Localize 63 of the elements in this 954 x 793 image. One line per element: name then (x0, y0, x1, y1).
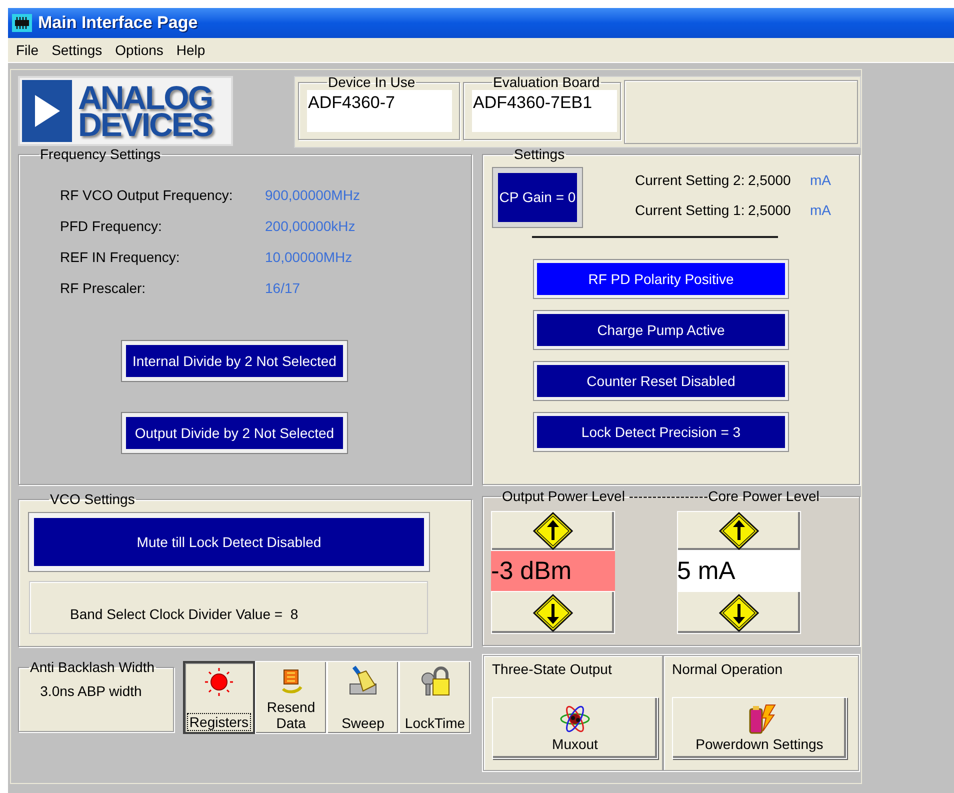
group-title: Evaluation Board (492, 74, 601, 90)
down-button[interactable] (677, 591, 801, 634)
current-unit: mA (810, 171, 831, 190)
toolbar-button[interactable]: Resend Data (255, 661, 327, 734)
up-arrow-sign-icon (533, 512, 573, 550)
level-value: 5 mA (677, 551, 801, 591)
triangle-logo-icon (22, 80, 72, 142)
info-field: ADF4360-7EB1 (472, 90, 618, 132)
toggle-button[interactable]: RF PD Polarity Positive (534, 260, 788, 298)
sun-icon (203, 666, 235, 698)
field-value: 200,00000kHz (265, 217, 356, 236)
group-title: Device In Use (327, 74, 416, 90)
group-title: Output Power Level -----------------Core Power Level (501, 488, 820, 504)
field-label: PFD Frequency: (60, 217, 163, 236)
anti-backlash-value: 3.0ns ABP width (39, 682, 143, 701)
toggle-button[interactable]: Output Divide by 2 Not Selected (122, 413, 347, 453)
info-field: ADF4360-7 (307, 90, 452, 132)
toolbar-button[interactable]: LockTime (399, 661, 471, 734)
toggle-button[interactable]: Internal Divide by 2 Not Selected (122, 341, 347, 381)
group-title: Settings (513, 146, 566, 162)
keys-and-padlock-icon (419, 665, 451, 697)
group-title: VCO Settings (49, 491, 136, 507)
down-arrow-sign-icon (533, 594, 573, 632)
menu-item[interactable]: Options (115, 40, 164, 60)
mute-toggle-button[interactable]: Mute till Lock Detect Disabled (29, 513, 429, 571)
group-title: Anti Backlash Width (29, 659, 156, 675)
up-button[interactable] (491, 511, 615, 551)
menu-item[interactable]: File (16, 40, 39, 60)
current-label: Current Setting 1: (635, 201, 746, 220)
field-value: 900,00000MHz (265, 186, 360, 205)
field-label: RF VCO Output Frequency: (60, 186, 234, 205)
broom-icon (347, 665, 379, 697)
powerdown-settings-button[interactable]: Powerdown Settings (672, 697, 847, 759)
level-value: -3 dBm (491, 551, 615, 591)
window-title: Main Interface Page (38, 12, 198, 34)
menu-item[interactable]: Help (176, 40, 206, 60)
logo-text: ANALOG (78, 84, 212, 111)
cp-gain-button[interactable]: CP Gain = 0 (493, 168, 582, 227)
up-arrow-sign-icon (719, 512, 759, 550)
group-title: Frequency Settings (39, 146, 162, 162)
chip-icon (12, 14, 32, 32)
toggle-button[interactable]: Charge Pump Active (534, 311, 788, 349)
current-value: 2,5000 (748, 201, 792, 220)
field-value: 10,00000MHz (265, 248, 352, 267)
option-status: Three-State Output (492, 660, 613, 679)
toolbar-button[interactable]: Registers (183, 661, 255, 734)
menu-item[interactable]: Settings (52, 40, 102, 60)
current-unit: mA (810, 201, 831, 220)
down-arrow-sign-icon (719, 594, 759, 632)
field-label: REF IN Frequency: (60, 248, 181, 267)
band-select-text: Band Select Clock Divider Value = 8 (70, 605, 298, 624)
up-button[interactable] (677, 511, 801, 551)
muxout-button[interactable]: Muxout (492, 697, 658, 759)
toggle-button[interactable]: Lock Detect Precision = 3 (534, 413, 788, 451)
field-value: 16/17 (265, 279, 300, 298)
field-label: RF Prescaler: (60, 279, 147, 298)
current-value: 2,5000 (748, 171, 792, 190)
current-label: Current Setting 2: (635, 171, 746, 190)
option-status: Normal Operation (672, 660, 784, 679)
logo-text: DEVICES (78, 111, 212, 138)
down-button[interactable] (491, 591, 615, 634)
toggle-button[interactable]: Counter Reset Disabled (534, 362, 788, 400)
toolbar-button[interactable]: Sweep (327, 661, 399, 734)
